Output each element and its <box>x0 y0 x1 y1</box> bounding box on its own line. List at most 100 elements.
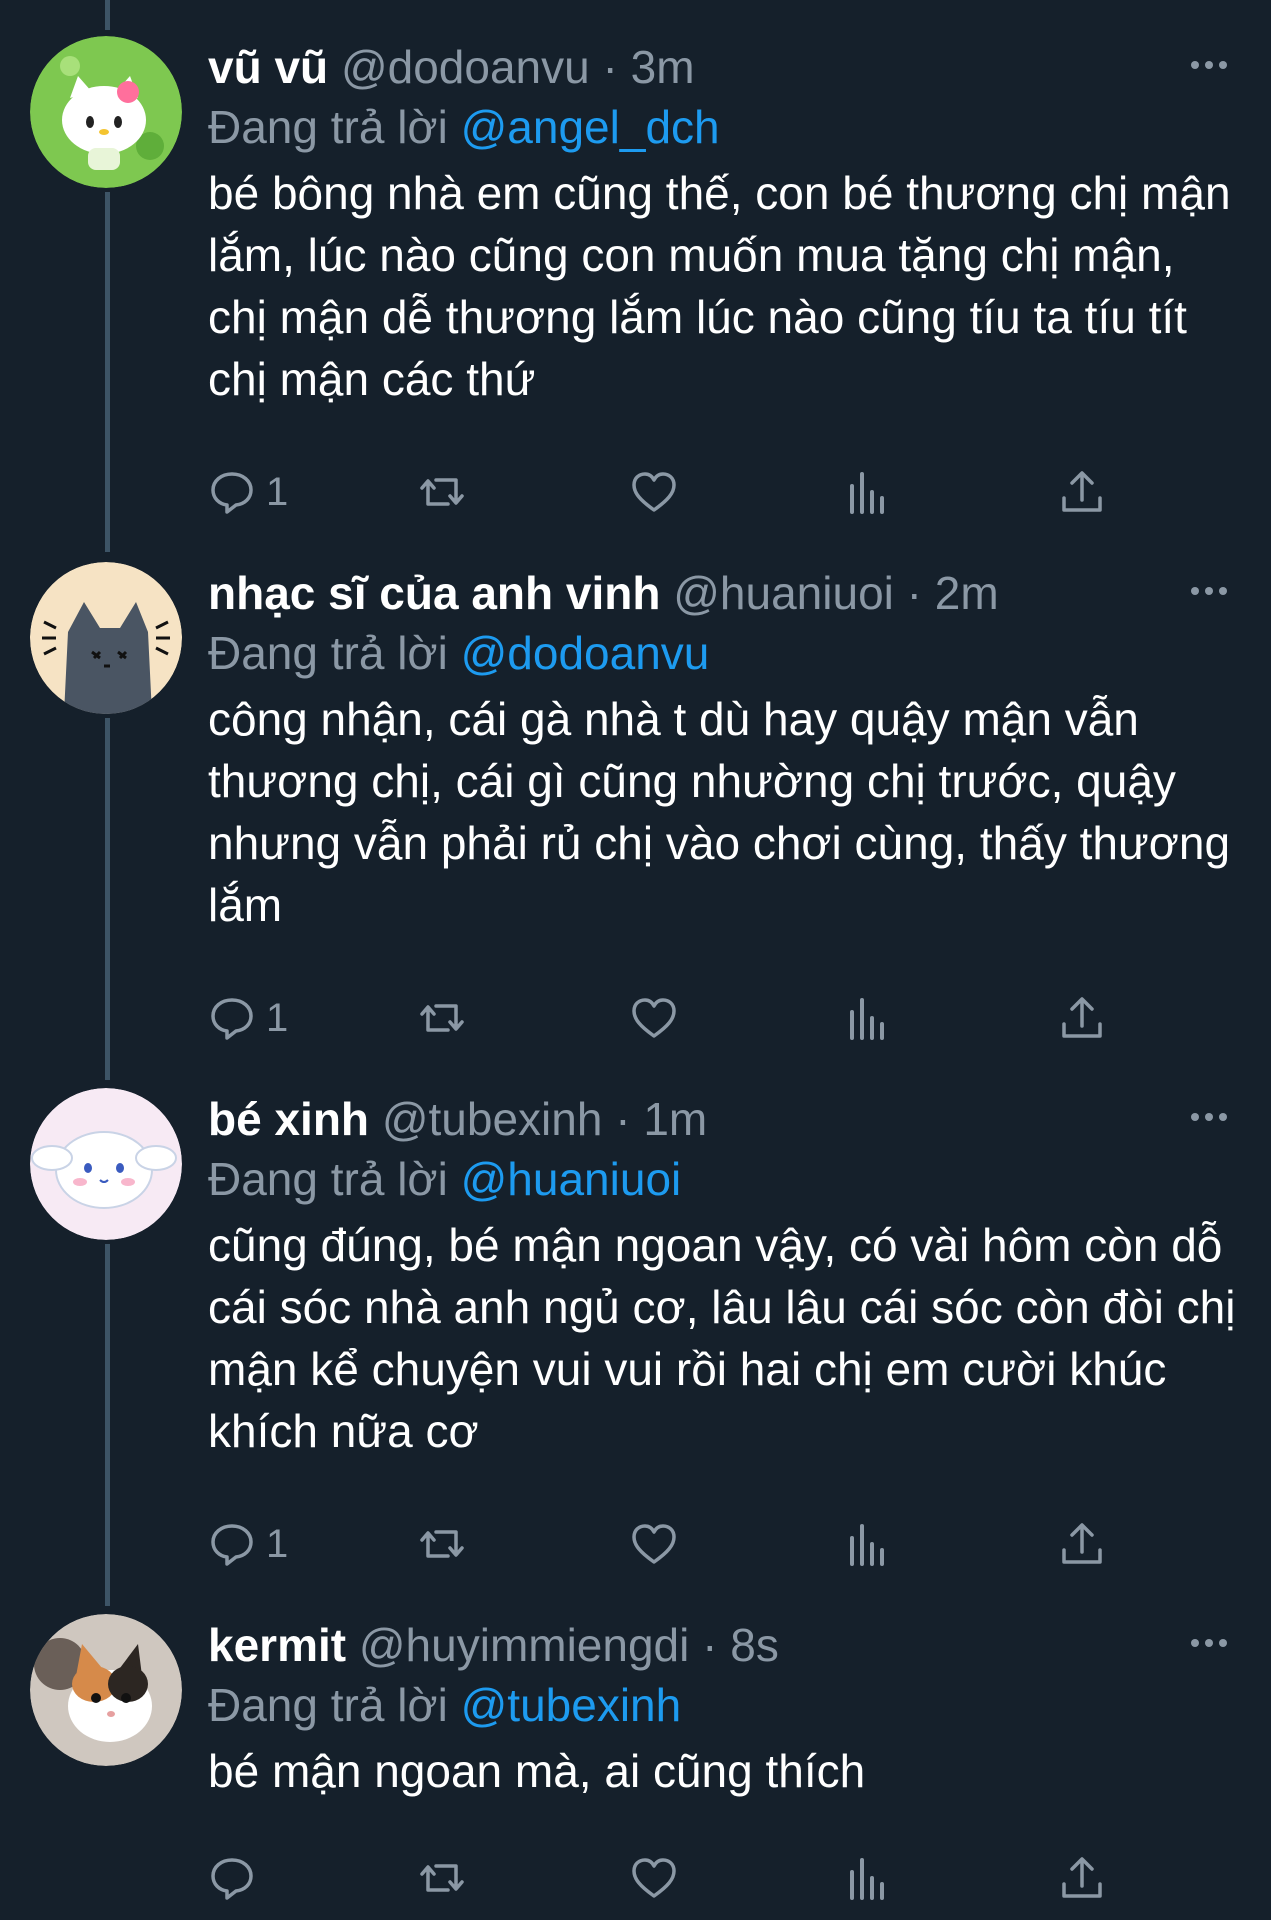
avatar[interactable] <box>30 1088 182 1240</box>
retweet-icon <box>420 1530 464 1558</box>
tweet[interactable]: bé xinh @tubexinh · 1m Đang trả lời @hua… <box>0 1088 1271 1568</box>
separator: · <box>602 41 618 93</box>
calico-cat-photo-avatar-icon <box>30 1614 182 1766</box>
reply-count: 1 <box>266 469 289 514</box>
replying-to: Đang trả lời @huaniuoi <box>208 1148 681 1210</box>
avatar[interactable] <box>30 1614 182 1766</box>
more-options-icon[interactable] <box>1189 1102 1229 1132</box>
hello-kitty-avatar-icon <box>30 36 182 188</box>
analytics-icon <box>850 998 884 1040</box>
reply-icon <box>211 472 253 514</box>
timestamp[interactable]: 1m <box>643 1093 707 1145</box>
replying-to-label: Đang trả lời <box>208 627 448 679</box>
analytics-icon <box>850 1858 884 1900</box>
analytics-icon <box>850 472 884 514</box>
tweet[interactable]: kermit @huyimmiengdi · 8s Đang trả lời @… <box>0 1614 1271 1914</box>
cinnamoroll-avatar-icon <box>30 1088 182 1240</box>
tweet-text: công nhận, cái gà nhà t dù hay quậy mận … <box>208 693 1231 931</box>
user-handle[interactable]: @dodoanvu <box>341 41 590 93</box>
reply-count: 1 <box>266 995 289 1040</box>
avatar[interactable] <box>30 36 182 188</box>
tweet-text: bé bông nhà em cũng thế, con bé thương c… <box>208 167 1231 405</box>
tweet-actions: 1 <box>208 464 1108 520</box>
share-icon <box>1062 471 1102 512</box>
user-handle[interactable]: @huaniuoi <box>673 567 894 619</box>
tweet-header: kermit @huyimmiengdi · 8s <box>208 1614 779 1676</box>
separator: · <box>615 1093 631 1145</box>
mention-link[interactable]: @dodoanvu <box>461 627 710 679</box>
views-button[interactable] <box>844 990 892 1046</box>
heart-icon <box>632 998 676 1038</box>
tweet-actions: 1 <box>208 990 1108 1046</box>
views-button[interactable] <box>844 1850 892 1906</box>
share-button[interactable] <box>1058 464 1106 520</box>
more-options-icon[interactable] <box>1189 576 1229 606</box>
share-icon <box>1062 997 1102 1038</box>
tweet-actions: 1 <box>208 1516 1108 1572</box>
mention-link[interactable]: @huaniuoi <box>461 1153 682 1205</box>
more-options-icon[interactable] <box>1189 50 1229 80</box>
reply-button[interactable]: 1 <box>208 464 288 520</box>
separator: · <box>702 1619 718 1671</box>
mention-link[interactable]: @angel_dch <box>461 101 720 153</box>
tweet-actions <box>208 1850 1108 1906</box>
replying-to: Đang trả lời @dodoanvu <box>208 622 709 684</box>
display-name[interactable]: nhạc sĩ của anh vinh <box>208 567 660 619</box>
reply-count: 1 <box>266 1521 289 1566</box>
tweet-text: bé mận ngoan mà, ai cũng thích <box>208 1745 866 1797</box>
share-icon <box>1062 1523 1102 1564</box>
tweet[interactable]: vũ vũ @dodoanvu · 3m Đang trả lời @angel… <box>0 36 1271 516</box>
reply-icon <box>211 1524 253 1566</box>
replying-to: Đang trả lời @tubexinh <box>208 1674 681 1736</box>
share-button[interactable] <box>1058 1850 1106 1906</box>
share-button[interactable] <box>1058 1516 1106 1572</box>
share-icon <box>1062 1857 1102 1898</box>
views-button[interactable] <box>844 464 892 520</box>
retweet-button[interactable] <box>418 1850 466 1906</box>
avatar[interactable] <box>30 562 182 714</box>
display-name[interactable]: vũ vũ <box>208 41 328 93</box>
retweet-button[interactable] <box>418 1516 466 1572</box>
retweet-button[interactable] <box>418 464 466 520</box>
heart-icon <box>632 472 676 512</box>
like-button[interactable] <box>630 990 678 1046</box>
heart-icon <box>632 1524 676 1564</box>
tweet-header: bé xinh @tubexinh · 1m <box>208 1088 707 1150</box>
more-options-icon[interactable] <box>1189 1628 1229 1658</box>
tweet-text: cũng đúng, bé mận ngoan vậy, có vài hôm … <box>208 1219 1236 1457</box>
retweet-button[interactable] <box>418 990 466 1046</box>
display-name[interactable]: bé xinh <box>208 1093 369 1145</box>
replying-to-label: Đang trả lời <box>208 101 448 153</box>
replying-to-label: Đang trả lời <box>208 1679 448 1731</box>
tweet-header: nhạc sĩ của anh vinh @huaniuoi · 2m <box>208 562 999 624</box>
user-handle[interactable]: @tubexinh <box>382 1093 603 1145</box>
separator: · <box>906 567 922 619</box>
timestamp[interactable]: 3m <box>631 41 695 93</box>
reply-button[interactable]: 1 <box>208 990 288 1046</box>
timestamp[interactable]: 8s <box>730 1619 779 1671</box>
reply-button[interactable]: 1 <box>208 1516 288 1572</box>
retweet-icon <box>420 478 464 506</box>
thread-connector <box>105 0 110 30</box>
retweet-icon <box>420 1004 464 1032</box>
display-name[interactable]: kermit <box>208 1619 346 1671</box>
like-button[interactable] <box>630 1850 678 1906</box>
like-button[interactable] <box>630 1516 678 1572</box>
heart-icon <box>632 1858 676 1898</box>
like-button[interactable] <box>630 464 678 520</box>
share-button[interactable] <box>1058 990 1106 1046</box>
replying-to: Đang trả lời @angel_dch <box>208 96 720 158</box>
reply-button[interactable] <box>208 1850 256 1906</box>
reply-icon <box>211 998 253 1040</box>
analytics-icon <box>850 1524 884 1566</box>
tweet-header: vũ vũ @dodoanvu · 3m <box>208 36 695 98</box>
replying-to-label: Đang trả lời <box>208 1153 448 1205</box>
views-button[interactable] <box>844 1516 892 1572</box>
grey-cat-avatar-icon <box>30 562 182 714</box>
user-handle[interactable]: @huyimmiengdi <box>359 1619 690 1671</box>
tweet[interactable]: nhạc sĩ của anh vinh @huaniuoi · 2m Đang… <box>0 562 1271 1042</box>
mention-link[interactable]: @tubexinh <box>461 1679 682 1731</box>
retweet-icon <box>420 1864 464 1892</box>
reply-icon <box>211 1858 253 1900</box>
timestamp[interactable]: 2m <box>935 567 999 619</box>
